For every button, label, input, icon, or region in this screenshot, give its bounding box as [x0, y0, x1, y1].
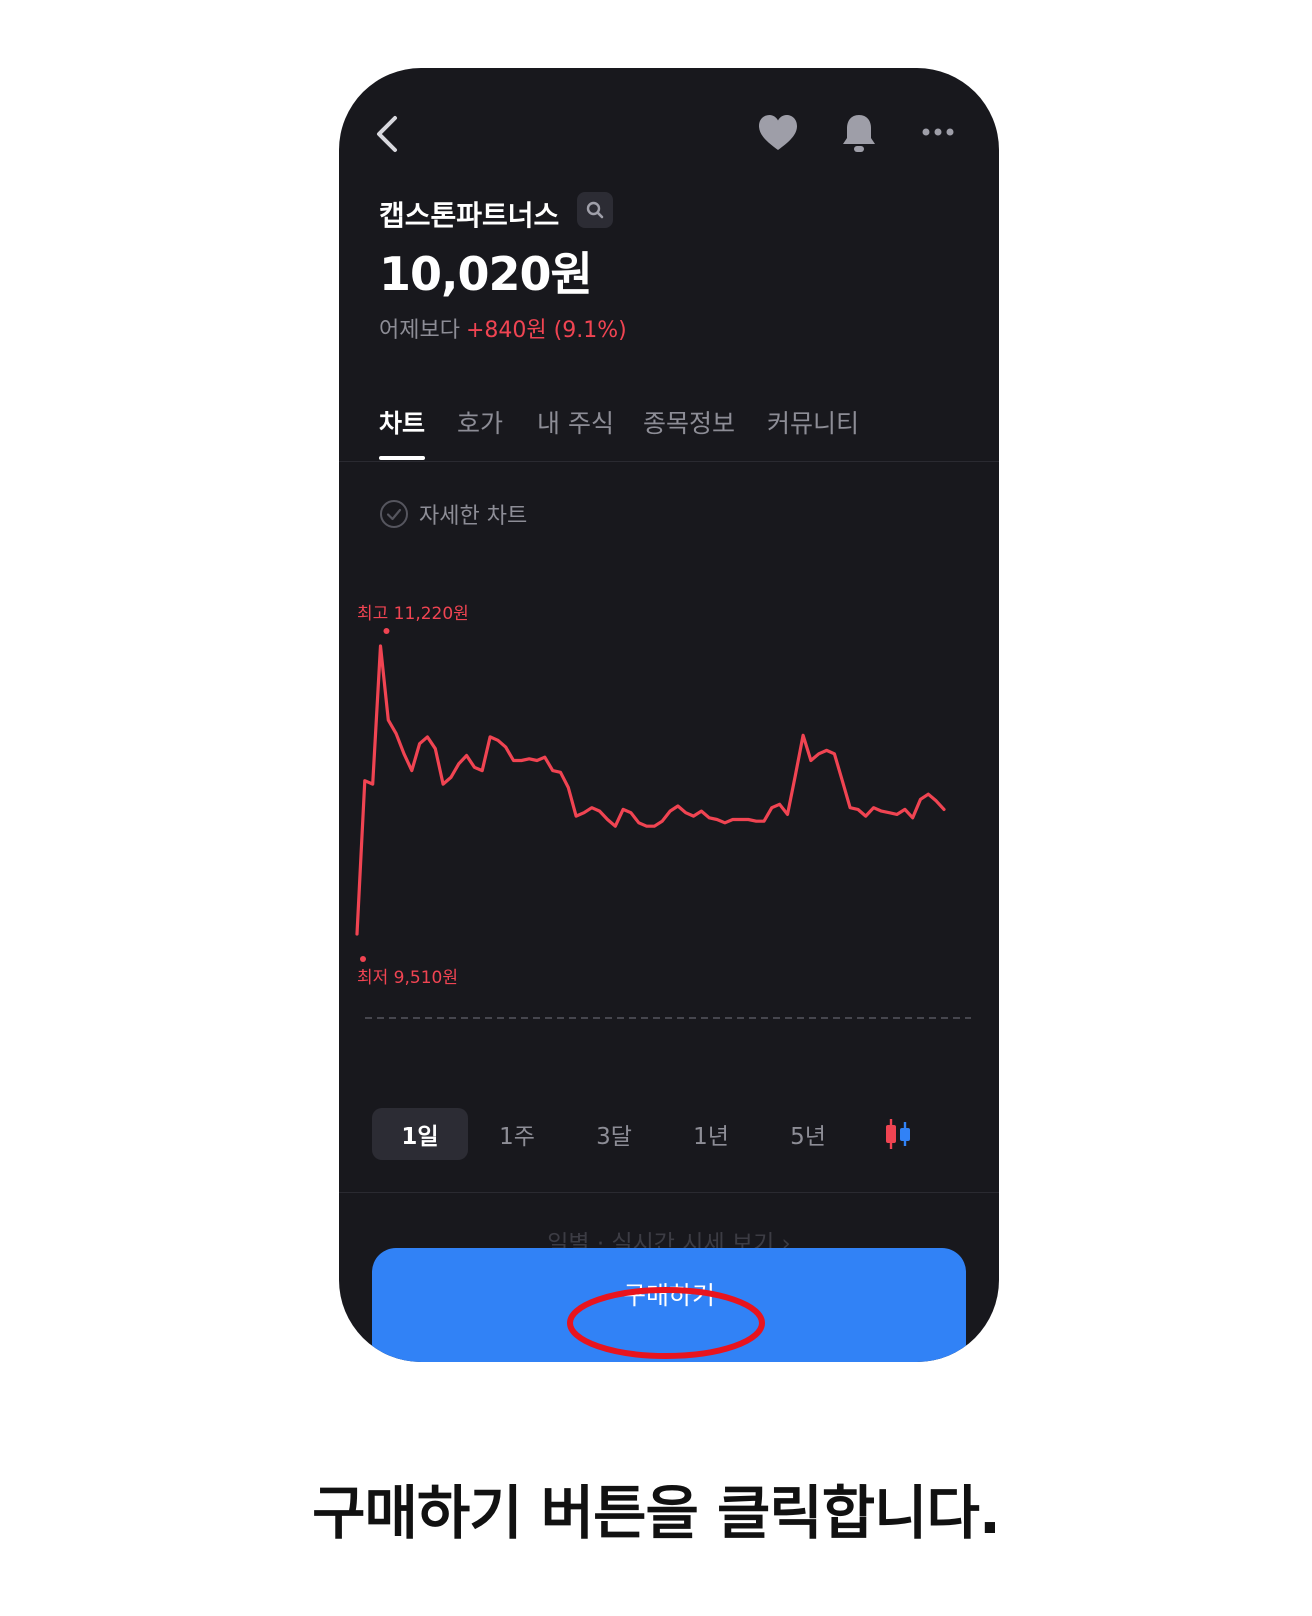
- detail-chart-label: 자세한 차트: [419, 504, 528, 529]
- period-1w[interactable]: 1주: [469, 1108, 565, 1160]
- change-value: +840원 (9.1%): [465, 318, 627, 343]
- bell-icon[interactable]: [841, 112, 877, 154]
- buy-button[interactable]: 구매하기: [372, 1248, 966, 1362]
- tab-bar: 차트 호가 내 주식 종목정보 커뮤니티: [339, 404, 999, 462]
- current-price: 10,020원: [379, 247, 593, 301]
- active-tab-indicator: [379, 456, 425, 460]
- chart-high-label: 최고 11,220원: [357, 604, 469, 624]
- stock-name: 캡스톤파트너스: [379, 199, 560, 232]
- detail-chart-toggle[interactable]: 자세한 차트: [379, 498, 527, 530]
- tab-community[interactable]: 커뮤니티: [767, 404, 859, 440]
- section-divider: [339, 1192, 999, 1193]
- heart-icon[interactable]: [757, 113, 799, 153]
- check-circle-icon: [380, 500, 408, 528]
- chart-low-dot: [360, 956, 366, 962]
- period-selector: 1일 1주 3달 1년 5년: [372, 1108, 966, 1162]
- more-icon[interactable]: [921, 126, 955, 138]
- period-3m[interactable]: 3달: [566, 1108, 662, 1160]
- period-1y[interactable]: 1년: [663, 1108, 759, 1160]
- tab-orderbook[interactable]: 호가: [457, 404, 503, 440]
- price-line-chart: 최고 11,220원 최저 9,510원: [355, 604, 971, 1019]
- search-button[interactable]: [577, 192, 613, 228]
- instruction-caption: 구매하기 버튼을 클릭합니다.: [312, 1479, 1001, 1547]
- tab-chart[interactable]: 차트: [379, 404, 425, 440]
- candlestick-icon[interactable]: [880, 1116, 916, 1152]
- chart-low-label: 최저 9,510원: [357, 968, 458, 988]
- back-arrow-icon[interactable]: [369, 112, 405, 156]
- tab-my-stock[interactable]: 내 주식: [537, 404, 614, 440]
- buy-button-label: 구매하기: [622, 1281, 715, 1310]
- tab-stock-info[interactable]: 종목정보: [643, 404, 735, 440]
- period-1d[interactable]: 1일: [372, 1108, 468, 1160]
- period-5y[interactable]: 5년: [760, 1108, 856, 1160]
- chart-high-dot: [383, 628, 390, 634]
- search-icon: [586, 201, 604, 219]
- phone-screen: 캡스톤파트너스 10,020원 어제보다 +840원 (9.1%) 차트 호가 내…: [339, 68, 999, 1362]
- chart-series-line: [355, 644, 946, 936]
- change-label: 어제보다: [379, 318, 460, 343]
- price-change-row: 어제보다 +840원 (9.1%): [379, 312, 627, 344]
